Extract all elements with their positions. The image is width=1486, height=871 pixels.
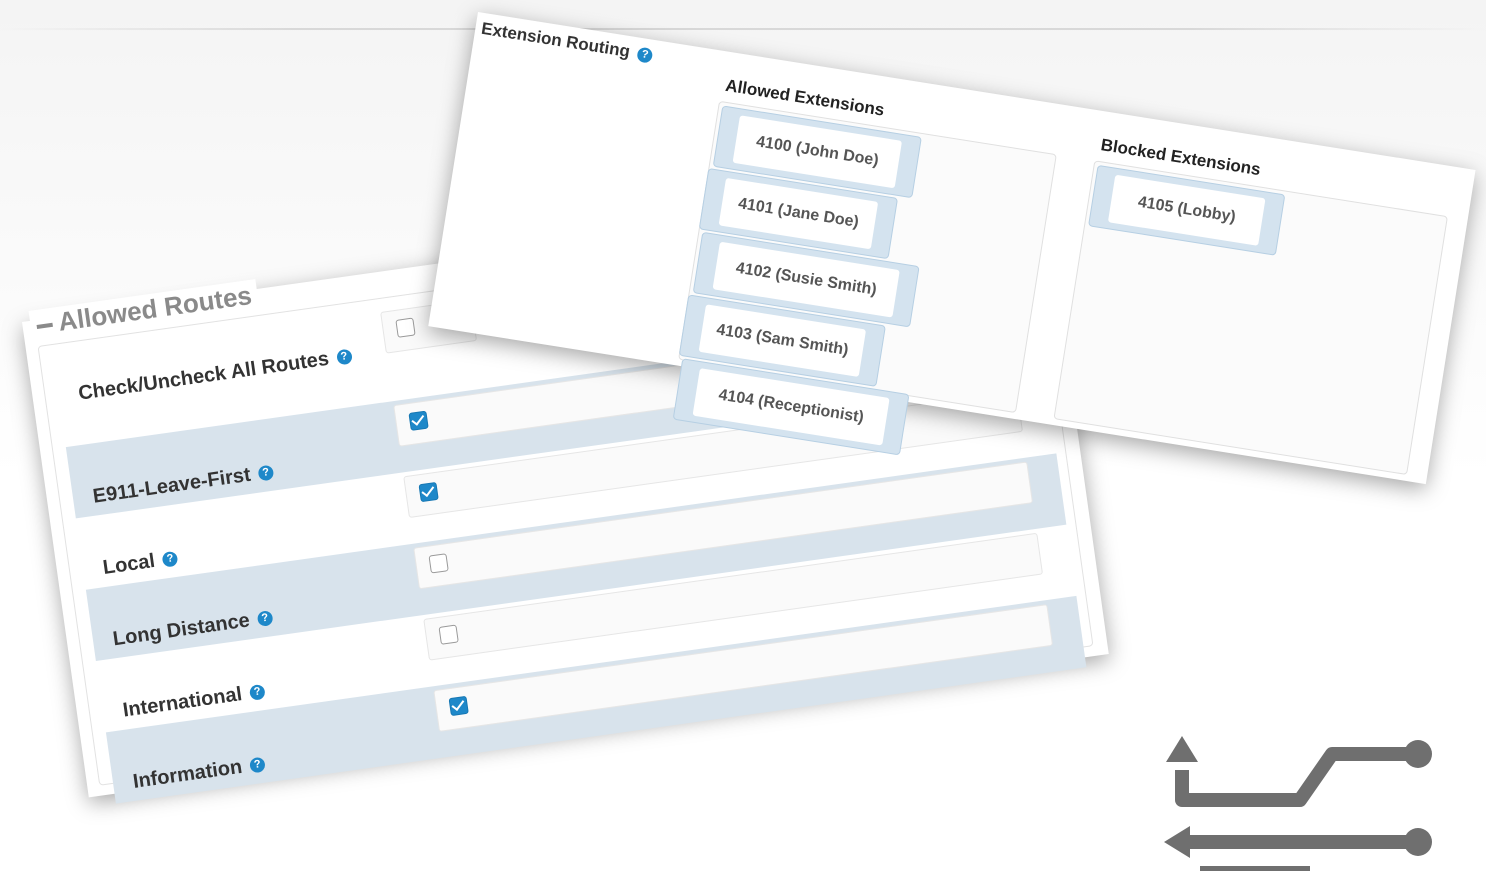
help-icon[interactable]: ? <box>248 684 266 702</box>
route-label: Information <box>131 755 244 793</box>
route-checkbox[interactable] <box>428 553 449 574</box>
route-label: Local <box>101 549 157 580</box>
route-checkbox[interactable] <box>448 695 469 717</box>
help-icon[interactable]: ? <box>256 610 274 628</box>
collapse-icon[interactable] <box>36 322 53 330</box>
check-all-label: Check/Uncheck All Routes <box>77 347 331 405</box>
routing-arrows-icon <box>1164 736 1432 871</box>
help-icon[interactable]: ? <box>335 348 353 366</box>
header-divider <box>0 28 1486 30</box>
help-icon[interactable]: ? <box>257 464 275 482</box>
route-checkbox[interactable] <box>418 481 439 503</box>
route-checkbox[interactable] <box>438 624 459 645</box>
help-icon[interactable]: ? <box>249 756 266 774</box>
help-icon[interactable]: ? <box>161 550 179 568</box>
help-icon[interactable]: ? <box>636 46 654 64</box>
extension-routing-title: Extension Routing? <box>480 19 654 66</box>
route-checkbox[interactable] <box>408 410 429 431</box>
check-all-checkbox[interactable] <box>395 317 416 338</box>
